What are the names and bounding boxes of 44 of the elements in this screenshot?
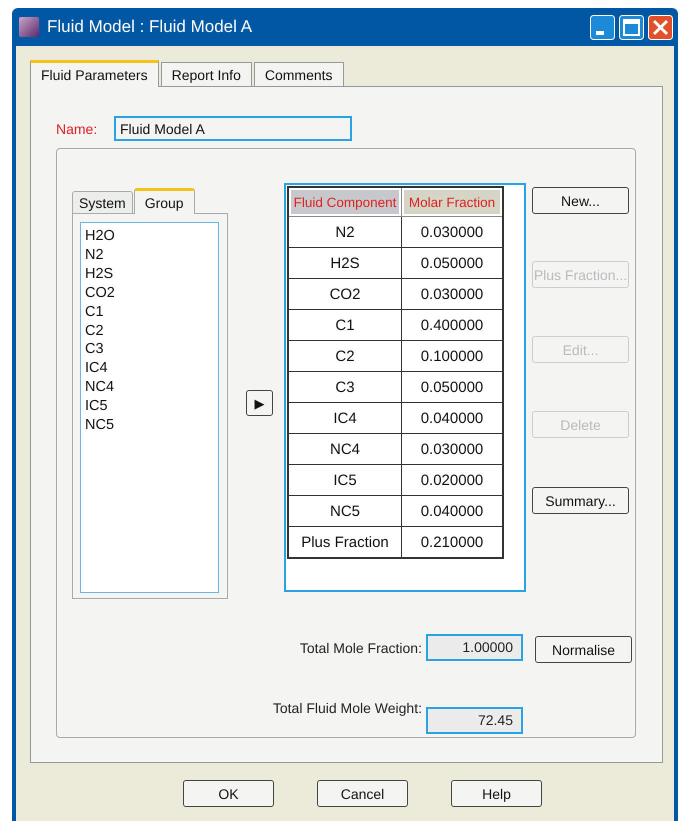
total-mole-fraction-field: 1.00000 <box>426 634 523 661</box>
total-mole-weight-label: Total Fluid Mole Weight: <box>272 700 422 716</box>
normalise-button[interactable]: Normalise <box>535 636 632 663</box>
app-icon <box>19 17 39 37</box>
tab[interactable]: Group <box>134 188 195 214</box>
table-cell: C3 <box>288 372 402 402</box>
tab[interactable]: System <box>72 191 133 213</box>
dialog-button[interactable]: OK <box>183 780 274 807</box>
close-icon[interactable] <box>648 14 673 40</box>
table-cell: IC4 <box>288 402 402 434</box>
name-label: Name: <box>56 120 98 136</box>
total-mole-fraction-label: Total Mole Fraction: <box>298 640 422 656</box>
table-cell: H2S <box>288 248 402 278</box>
total-mole-weight-field: 72.45 <box>426 707 523 734</box>
tab[interactable]: Report Info <box>160 62 252 86</box>
minimize-icon[interactable] <box>590 14 615 40</box>
list-item[interactable]: NC4 <box>85 378 214 398</box>
list-item[interactable]: C3 <box>85 340 214 360</box>
list-item[interactable]: C1 <box>85 302 214 322</box>
window-title: Fluid Model : Fluid Model A <box>47 17 254 37</box>
list-item[interactable]: IC4 <box>85 359 214 378</box>
tab[interactable]: Comments <box>254 62 344 86</box>
list-item[interactable]: N2 <box>85 246 214 265</box>
add-button[interactable]: ▶ <box>246 390 273 416</box>
table-cell: N2 <box>288 216 402 248</box>
table-cell: CO2 <box>288 278 402 310</box>
table-cell: C1 <box>288 310 402 340</box>
tab[interactable]: Fluid Parameters <box>30 60 159 87</box>
name-field[interactable]: Fluid Model A <box>114 116 352 141</box>
list-item[interactable]: IC5 <box>85 397 214 416</box>
table-cell: IC5 <box>288 464 402 496</box>
dialog-button[interactable]: Cancel <box>317 780 408 807</box>
maximize-icon[interactable] <box>619 14 644 40</box>
list-item[interactable]: H2O <box>85 227 214 246</box>
side-button[interactable]: Summary... <box>532 487 629 514</box>
side-button[interactable]: New... <box>532 187 629 214</box>
list-item[interactable]: NC5 <box>85 416 214 435</box>
list-item[interactable]: CO2 <box>85 284 214 303</box>
table-cell: NC5 <box>288 496 402 526</box>
table-cell: C2 <box>288 340 402 372</box>
dialog-button[interactable]: Help <box>451 780 542 807</box>
table-cell: NC4 <box>288 434 402 464</box>
list-item[interactable]: C2 <box>85 322 214 340</box>
list-item[interactable]: H2S <box>85 264 214 284</box>
